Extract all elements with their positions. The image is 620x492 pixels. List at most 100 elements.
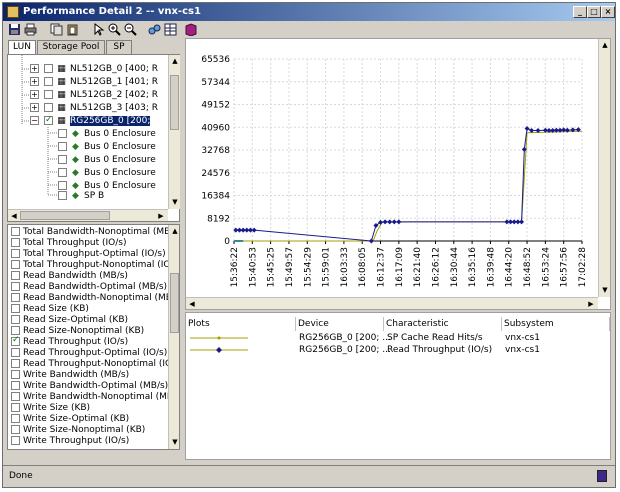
metric-item[interactable]: Read Bandwidth (MB/s) (11, 271, 128, 282)
column-header-device[interactable]: Device (296, 317, 384, 331)
metric-item[interactable]: Write Size (KB) (11, 403, 90, 414)
tree-expander[interactable]: + (30, 64, 39, 73)
zoom-in-icon[interactable] (107, 23, 121, 37)
tree-item-rg256gb-0[interactable]: ▦ RG256GB_0 [200; (44, 115, 166, 127)
chart-vertical-scrollbar[interactable]: ▲ ▼ (598, 39, 610, 297)
scroll-thumb[interactable] (170, 75, 179, 130)
metric-item[interactable]: Total Bandwidth-Nonoptimal (MB/ (11, 227, 173, 238)
scroll-down-arrow-icon[interactable]: ▼ (170, 197, 180, 207)
table-icon[interactable] (163, 23, 177, 37)
save-icon[interactable] (7, 23, 21, 37)
maximize-button[interactable]: □ (587, 6, 601, 18)
zoom-out-icon[interactable] (123, 23, 137, 37)
metric-checkbox[interactable] (11, 238, 20, 247)
metric-item[interactable]: Write Bandwidth-Optimal (MB/s) (11, 381, 168, 392)
tree-expander[interactable]: + (30, 90, 39, 99)
copy-icon[interactable] (49, 23, 63, 37)
metric-checkbox[interactable] (11, 249, 20, 258)
tree-item-bus0-enclosure[interactable]: ◆ Bus 0 Enclosure (58, 167, 166, 179)
metric-checkbox[interactable] (11, 381, 20, 390)
print-icon[interactable] (23, 23, 37, 37)
tab-storage-pool[interactable]: Storage Pool (37, 40, 105, 54)
column-header-plots[interactable]: Plots (186, 317, 296, 331)
metric-checkbox[interactable] (11, 436, 20, 445)
scroll-down-arrow-icon[interactable]: ▼ (170, 437, 179, 447)
tree-item-nl512gb-2[interactable]: ▦ NL512GB_2 [402; R (44, 89, 166, 101)
paste-icon[interactable] (65, 23, 79, 37)
tree-vertical-scrollbar[interactable]: ▲ ▼ (168, 55, 180, 209)
metric-item[interactable]: Total Throughput-Nonoptimal (IO/ (11, 260, 174, 271)
metric-item[interactable]: Read Size (KB) (11, 304, 89, 315)
metric-item[interactable]: Read Size-Nonoptimal (KB) (11, 326, 144, 337)
tree-checkbox[interactable] (58, 191, 67, 200)
metric-item[interactable]: Write Bandwidth-Nonoptimal (MB/ (11, 392, 176, 403)
metric-checkbox-checked[interactable] (11, 335, 20, 346)
metric-checkbox[interactable] (11, 359, 20, 368)
pointer-icon[interactable] (91, 23, 105, 37)
metric-checkbox[interactable] (11, 425, 20, 434)
metric-checkbox[interactable] (11, 304, 20, 313)
metric-item[interactable]: Write Size-Optimal (KB) (11, 414, 129, 425)
tree-item-bus0-enclosure[interactable]: ◆ Bus 0 Enclosure (58, 128, 166, 140)
metric-checkbox[interactable] (11, 227, 20, 236)
close-button[interactable]: × (601, 6, 615, 18)
column-header-characteristic[interactable]: Characteristic (384, 317, 502, 331)
tree-horizontal-scrollbar[interactable]: ◀ ▶ (8, 209, 168, 221)
metric-checkbox[interactable] (11, 282, 20, 291)
chart-horizontal-scrollbar[interactable]: ◀ ▶ (186, 297, 598, 309)
metric-item[interactable]: Read Throughput-Optimal (IO/s) (11, 348, 167, 359)
tree-item-bus0-enclosure[interactable]: ◆ Bus 0 Enclosure (58, 141, 166, 153)
scroll-left-arrow-icon[interactable]: ◀ (9, 211, 19, 221)
tree-item-nl512gb-0[interactable]: ▦ NL512GB_0 [400; R (44, 63, 166, 75)
table-row[interactable]: RG256GB_0 [200; ... SP Cache Read Hits/s… (186, 333, 610, 344)
tree-checkbox[interactable] (58, 142, 67, 151)
metric-checkbox[interactable] (11, 326, 20, 335)
metric-checkbox[interactable] (11, 403, 20, 412)
metric-checkbox[interactable] (11, 392, 20, 401)
tree-item-nl512gb-3[interactable]: ▦ NL512GB_3 [403; R (44, 102, 166, 114)
tree-item-nl512gb-1[interactable]: ▦ NL512GB_1 [401; R (44, 76, 166, 88)
minimize-button[interactable]: _ (573, 6, 587, 18)
tree-checkbox[interactable] (58, 168, 67, 177)
help-book-icon[interactable] (183, 23, 197, 37)
metric-item[interactable]: Read Throughput-Nonoptimal (IO (11, 359, 172, 370)
metric-item[interactable]: Total Throughput (IO/s) (11, 238, 127, 249)
scroll-left-arrow-icon[interactable]: ◀ (187, 299, 197, 309)
tree-checkbox[interactable] (44, 77, 53, 86)
scroll-thumb[interactable] (20, 211, 110, 220)
metric-checkbox[interactable] (11, 293, 20, 302)
tree-item-bus0-enclosure[interactable]: ◆ Bus 0 Enclosure (58, 154, 166, 166)
metric-checkbox[interactable] (11, 414, 20, 423)
metric-item[interactable]: Read Size-Optimal (KB) (11, 315, 128, 326)
tab-lun[interactable]: LUN (8, 40, 36, 55)
metric-checkbox[interactable] (11, 370, 20, 379)
metric-item[interactable]: Write Bandwidth (MB/s) (11, 370, 129, 381)
tree-checkbox[interactable] (44, 64, 53, 73)
tree-checkbox[interactable] (44, 90, 53, 99)
metric-checkbox[interactable] (11, 260, 20, 269)
metric-item[interactable]: Read Throughput (IO/s) (11, 335, 128, 348)
metrics-vertical-scrollbar[interactable]: ▲ ▼ (168, 225, 179, 449)
metric-item[interactable]: Total Throughput-Optimal (IO/s) (11, 249, 166, 260)
scroll-right-arrow-icon[interactable]: ▶ (586, 299, 596, 309)
column-header-subsystem[interactable]: Subsystem (502, 317, 610, 331)
tab-sp[interactable]: SP (106, 40, 132, 54)
scroll-up-arrow-icon[interactable]: ▲ (600, 40, 610, 50)
tree-checkbox[interactable] (58, 181, 67, 190)
scroll-right-arrow-icon[interactable]: ▶ (156, 211, 166, 221)
tree-collapser[interactable]: − (30, 116, 39, 125)
metric-checkbox[interactable] (11, 315, 20, 324)
metric-item[interactable]: Read Bandwidth-Optimal (MB/s) (11, 282, 167, 293)
metric-item[interactable]: Write Size-Nonoptimal (KB) (11, 425, 145, 436)
metric-checkbox[interactable] (11, 348, 20, 357)
scroll-thumb[interactable] (170, 273, 179, 333)
table-row[interactable]: RG256GB_0 [200; ... Read Throughput (IO/… (186, 345, 610, 356)
tree-checkbox[interactable] (44, 103, 53, 112)
scroll-down-arrow-icon[interactable]: ▼ (600, 285, 610, 295)
tree-checkbox[interactable] (58, 155, 67, 164)
refresh-icon[interactable] (147, 23, 161, 37)
tree-checkbox-checked[interactable] (44, 115, 53, 126)
scroll-up-arrow-icon[interactable]: ▲ (170, 56, 180, 66)
tree-expander[interactable]: + (30, 77, 39, 86)
tree-expander[interactable]: + (30, 103, 39, 112)
